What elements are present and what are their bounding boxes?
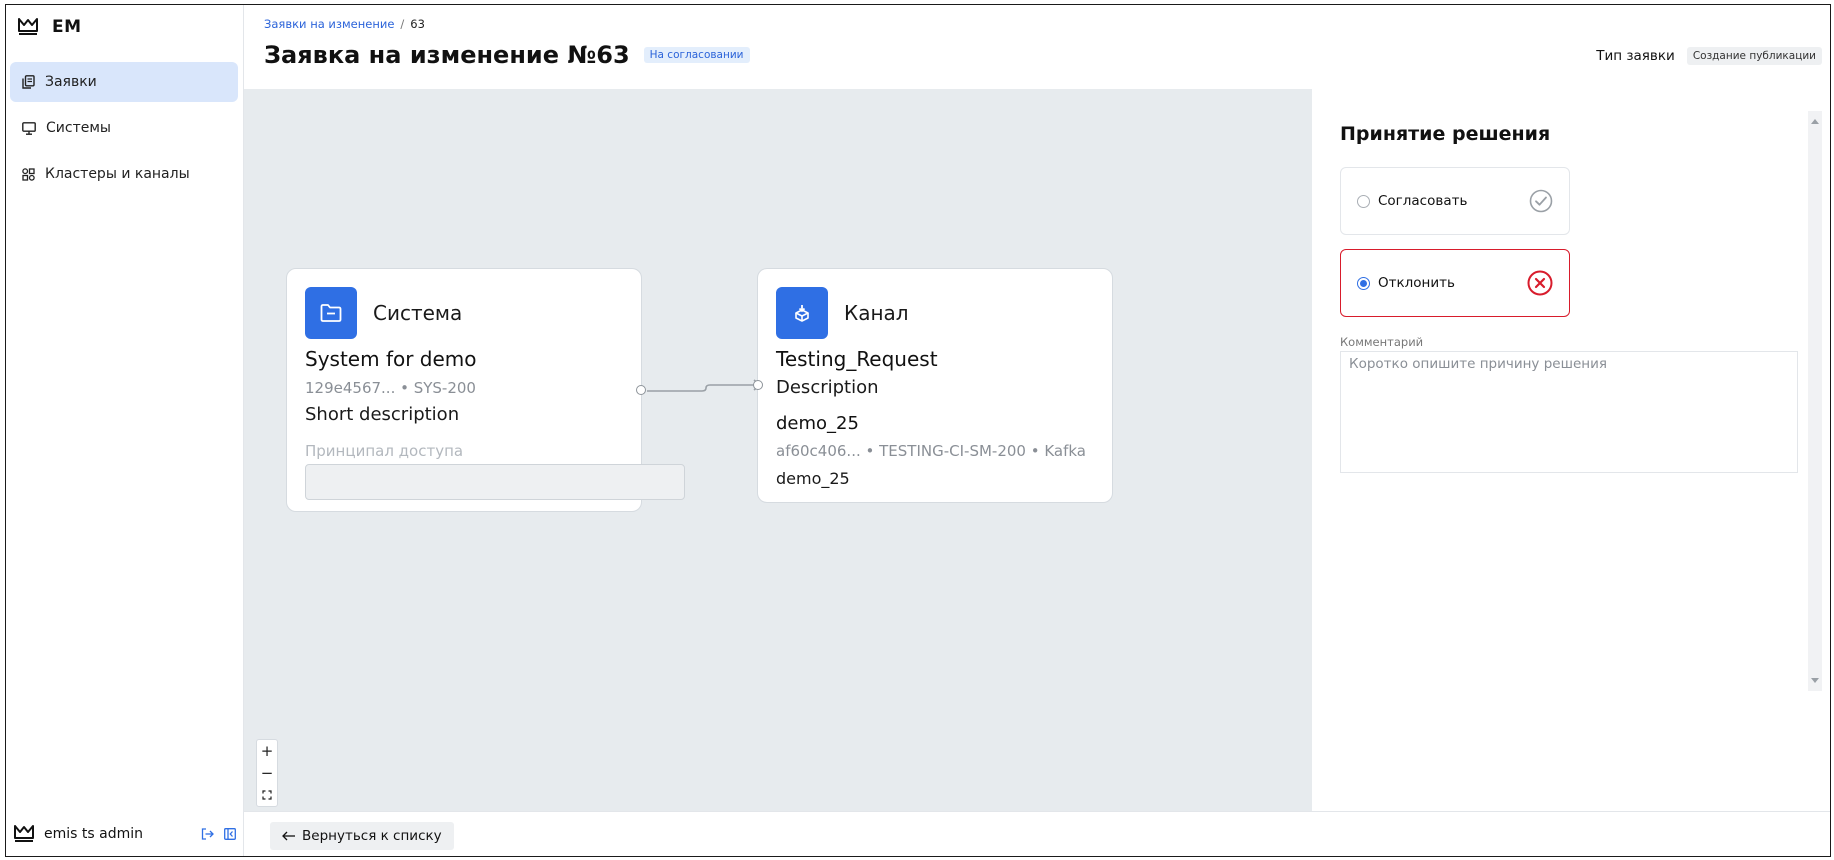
zoom-out-button[interactable]: − <box>257 762 277 784</box>
collapse-sidebar-icon <box>224 828 236 840</box>
target-handle[interactable] <box>753 380 763 390</box>
reject-option[interactable]: Отклонить <box>1340 249 1570 317</box>
arrow-left-icon <box>282 831 295 841</box>
flow-canvas[interactable]: Система System for demo 129e4567... • SY… <box>244 89 1312 811</box>
system-node[interactable]: Система System for demo 129e4567... • SY… <box>286 268 685 512</box>
status-badge: На согласовании <box>643 47 750 63</box>
breadcrumb-current: 63 <box>410 17 425 31</box>
breadcrumb: Заявки на изменение / 63 <box>264 17 425 31</box>
page-header: Заявки на изменение / 63 Заявка на измен… <box>244 5 1830 89</box>
x-circle-icon <box>1527 270 1553 296</box>
decision-title: Принятие решения <box>1340 123 1551 145</box>
channel-name: Testing_Request <box>776 347 938 371</box>
fit-view-icon <box>262 790 272 800</box>
breadcrumb-link[interactable]: Заявки на изменение <box>264 17 394 31</box>
sidebar-item-systems[interactable]: Системы <box>10 108 238 148</box>
system-name: System for demo <box>305 347 477 371</box>
scroll-up-icon[interactable] <box>1811 119 1819 124</box>
source-handle[interactable] <box>636 385 646 395</box>
request-type-chip: Создание публикации <box>1686 47 1822 65</box>
principal-label: Принципал доступа <box>305 442 464 460</box>
approve-option[interactable]: Согласовать <box>1340 167 1570 235</box>
user-name: emis ts admin <box>44 826 143 842</box>
sidebar-item-requests[interactable]: Заявки <box>10 62 238 102</box>
channel-description: Description <box>776 377 879 398</box>
channel-icon <box>776 287 828 339</box>
comment-textarea[interactable] <box>1340 351 1798 473</box>
grid-icon <box>22 167 35 181</box>
sidebar-item-clusters[interactable]: Кластеры и каналы <box>10 154 238 194</box>
sidebar-item-label: Заявки <box>45 74 97 90</box>
approve-radio[interactable] <box>1357 194 1370 208</box>
cluster-name: demo_25 <box>776 413 859 434</box>
sidebar-nav: Заявки Системы Кластеры и каналы <box>10 62 238 200</box>
node-kind-label: Система <box>373 301 463 325</box>
logo[interactable]: EM <box>18 17 82 37</box>
crown-logo-icon <box>18 18 38 35</box>
folder-icon <box>305 287 357 339</box>
check-circle-icon <box>1529 189 1553 213</box>
back-to-list-label: Вернуться к списку <box>302 828 442 844</box>
back-to-list-button[interactable]: Вернуться к списку <box>270 822 454 850</box>
system-meta: 129e4567... • SYS-200 <box>305 379 476 397</box>
reject-radio[interactable] <box>1357 276 1370 290</box>
request-type-label: Тип заявки <box>1596 48 1675 64</box>
logout-button[interactable] <box>201 828 214 840</box>
comment-label: Комментарий <box>1340 335 1424 349</box>
reject-label: Отклонить <box>1378 275 1455 291</box>
sidebar: EM Заявки Системы Кластеры и каналы emis… <box>6 5 244 856</box>
principal-field[interactable] <box>305 464 685 500</box>
collapse-sidebar-button[interactable] <box>224 828 236 840</box>
title-row: Заявка на изменение №63 На согласовании <box>264 41 750 69</box>
brand-name: EM <box>52 17 82 37</box>
panel-scrollbar[interactable] <box>1808 111 1822 691</box>
approve-label: Согласовать <box>1378 193 1468 209</box>
system-node-header: Система <box>305 287 462 339</box>
channel-node[interactable]: Канал Testing_Request Description demo_2… <box>753 268 1113 503</box>
monitor-icon <box>22 121 36 135</box>
sidebar-item-label: Кластеры и каналы <box>45 166 190 182</box>
scroll-down-icon[interactable] <box>1811 678 1819 683</box>
page-footer: Вернуться к списку <box>244 811 1830 856</box>
node-kind-label: Канал <box>844 301 909 325</box>
zoom-controls: + − <box>256 739 278 807</box>
crown-logo-icon <box>14 825 34 842</box>
zoom-in-button[interactable]: + <box>257 740 277 762</box>
breadcrumb-separator: / <box>400 17 405 31</box>
fit-view-button[interactable] <box>257 784 277 806</box>
system-description: Short description <box>305 404 460 425</box>
logout-icon <box>201 828 214 840</box>
copy-icon <box>22 75 35 89</box>
request-type: Тип заявки Создание публикации <box>1596 47 1822 65</box>
cluster-meta: af60c406... • TESTING-CI-SM-200 • Kafka <box>776 442 1086 460</box>
page-title: Заявка на изменение №63 <box>264 41 630 69</box>
decision-panel: Принятие решения Согласовать Отклонить К… <box>1312 89 1830 811</box>
channel-node-header: Канал <box>776 287 909 339</box>
sidebar-item-label: Системы <box>46 120 111 136</box>
app-window: EM Заявки Системы Кластеры и каналы emis… <box>5 4 1831 857</box>
user-profile: emis ts admin <box>14 822 236 846</box>
cluster-description: demo_25 <box>776 469 850 488</box>
